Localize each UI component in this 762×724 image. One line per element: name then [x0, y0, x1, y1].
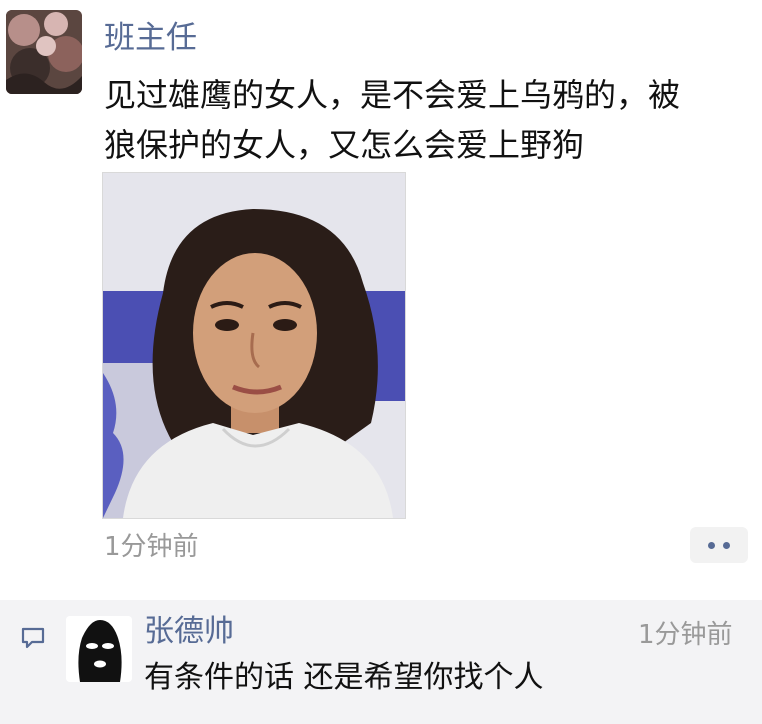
post-text-line: 见过雄鹰的女人，是不会爱上乌鸦的，被 [104, 76, 681, 114]
comment-text: 有条件的话 还是希望你找个人 [144, 660, 544, 695]
moments-post: 班主任 见过雄鹰的女人，是不会爱上乌鸦的，被 狼保护的女人，又怎么会爱上野狗 1… [0, 0, 762, 724]
masked-face-icon [66, 616, 132, 682]
ellipsis-icon[interactable] [690, 527, 748, 563]
commenter-name[interactable]: 张德帅 [144, 612, 234, 652]
portrait-image [103, 173, 405, 518]
ellipsis-dot [723, 541, 730, 549]
avatar-image [6, 10, 82, 94]
comment-time: 1分钟前 [638, 620, 733, 650]
post-photo[interactable] [102, 172, 406, 519]
comment-bubble-icon [21, 627, 45, 649]
commenter-avatar[interactable] [66, 616, 132, 682]
author-avatar[interactable] [6, 10, 82, 94]
post-text-line: 狼保护的女人，又怎么会爱上野狗 [104, 126, 585, 164]
post-text: 见过雄鹰的女人，是不会爱上乌鸦的，被 狼保护的女人，又怎么会爱上野狗 [104, 70, 754, 170]
ellipsis-dot [708, 541, 715, 549]
author-name[interactable]: 班主任 [104, 18, 197, 58]
post-time: 1分钟前 [104, 532, 199, 562]
